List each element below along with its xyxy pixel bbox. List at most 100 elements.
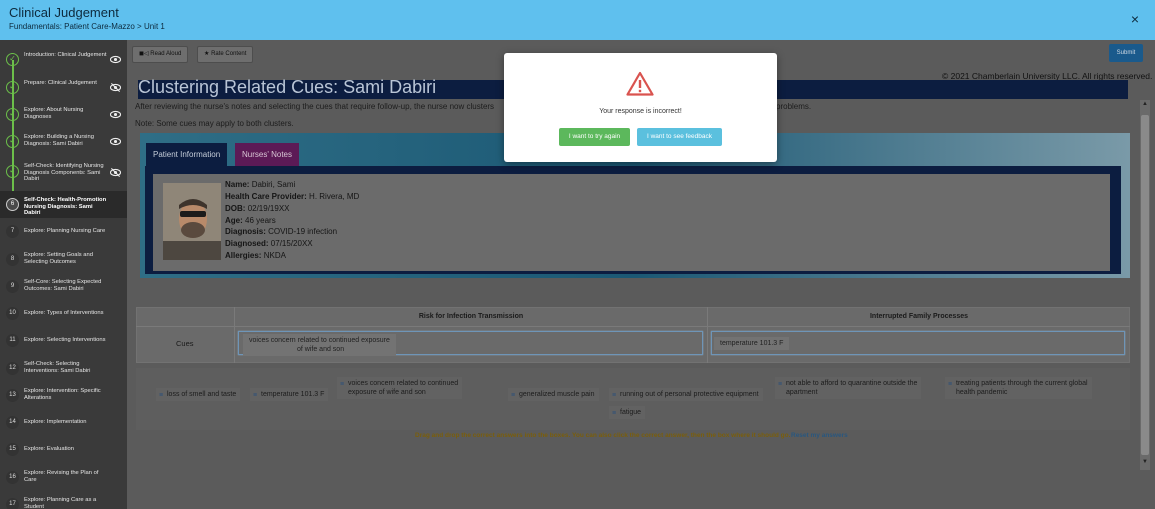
cue-text: treating patients through the current gl… xyxy=(956,380,1088,387)
sidebar-item-label: Explore: Types of Interventions xyxy=(24,310,104,316)
cue-chip[interactable]: ≡ loss of smell and taste xyxy=(156,388,241,401)
app-header: Clinical Judgement Fundamentals: Patient… xyxy=(0,0,1155,40)
sidebar-item-label: Explore: Intervention: Specific Alterati… xyxy=(24,388,101,401)
sidebar-item-label: Prepare: Clinical Judgement xyxy=(24,80,97,86)
scroll-down-icon[interactable]: ▼ xyxy=(1141,459,1149,465)
tab-patient-information[interactable]: Patient Information xyxy=(146,143,228,166)
reset-answers-link[interactable]: Reset my answers xyxy=(791,432,848,439)
cue-text: not able to afford to quarantine outside… xyxy=(786,380,918,387)
field-label: Diagnosis: xyxy=(225,227,266,236)
drag-handle-icon: ≡ xyxy=(778,381,783,388)
patient-diagnosis-row: Diagnosis: COVID-19 infection xyxy=(225,227,337,236)
placed-cue[interactable]: temperature 101.3 F xyxy=(714,337,790,350)
patient-diagnosed-row: Diagnosed: 07/15/20XX xyxy=(225,239,313,248)
sidebar-item-label: Self-Core: Selecting Expected Outcomes: … xyxy=(24,279,102,292)
check-icon: ✓ xyxy=(6,165,19,178)
sidebar-item-2[interactable]: ✓ Prepare: Clinical Judgement xyxy=(0,74,127,101)
sidebar-item-16[interactable]: 16 Explore: Revising the Plan of Care xyxy=(0,464,127,491)
field-value: H. Rivera, MD xyxy=(309,192,360,201)
eye-icon[interactable] xyxy=(110,136,121,147)
patient-provider-row: Health Care Provider: H. Rivera, MD xyxy=(225,192,359,201)
sidebar-item-14[interactable]: 14 Explore: Implementation xyxy=(0,409,127,436)
sidebar-item-3[interactable]: ✓ Explore: About Nursing Diagnoses xyxy=(0,101,127,128)
rate-content-button[interactable]: ★ Rate Content xyxy=(197,46,254,63)
warning-triangle-icon xyxy=(626,71,654,96)
submit-button[interactable]: Submit xyxy=(1109,44,1143,62)
step-number: 6 xyxy=(6,198,19,211)
sidebar-item-4[interactable]: ✓ Explore: Building a Nursing Diagnosis:… xyxy=(0,128,127,155)
field-value: Dabiri, Sami xyxy=(251,180,296,189)
eye-slash-icon[interactable] xyxy=(110,82,121,93)
step-number: 9 xyxy=(6,280,19,293)
sidebar-item-7[interactable]: 7 Explore: Planning Nursing Care xyxy=(0,218,127,245)
field-value: COVID-19 infection xyxy=(268,227,338,236)
check-icon: ✓ xyxy=(6,108,19,121)
sidebar-item-1[interactable]: ✓ Introduction: Clinical Judgement xyxy=(0,46,127,73)
sidebar-item-label: Self-Check: Selecting Interventions: Sam… xyxy=(24,361,91,374)
scroll-up-icon[interactable]: ▲ xyxy=(1141,101,1149,107)
scrollbar-thumb[interactable] xyxy=(1141,115,1149,455)
sidebar-item-label: Explore: Selecting Interventions xyxy=(24,337,106,343)
sidebar-item-17[interactable]: 17 Explore: Planning Care as a Student xyxy=(0,491,127,509)
sidebar-item-label: Explore: Planning Care as a Student xyxy=(24,497,97,509)
sidebar-item-12[interactable]: 12 Self-Check: Selecting Interventions: … xyxy=(0,355,127,382)
sidebar-item-11[interactable]: 11 Explore: Selecting Interventions xyxy=(0,327,127,354)
see-feedback-button[interactable]: I want to see feedback xyxy=(637,128,722,146)
step-number: 17 xyxy=(6,498,19,509)
cue-text: temperature 101.3 F xyxy=(261,391,325,398)
field-label: Allergies: xyxy=(225,251,262,260)
check-icon: ✓ xyxy=(6,53,19,66)
star-icon: ★ xyxy=(204,51,210,57)
field-value: 07/15/20XX xyxy=(270,239,313,248)
close-icon[interactable]: × xyxy=(1131,11,1139,27)
patient-name-row: Name: Dabiri, Sami xyxy=(225,180,295,189)
drag-handle-icon: ≡ xyxy=(340,381,345,388)
try-again-button[interactable]: I want to try again xyxy=(559,128,630,146)
step-number: 14 xyxy=(6,416,19,429)
cue-chip[interactable]: ≡ voices concern related to continued expo… xyxy=(337,377,463,399)
rate-content-label: Rate Content xyxy=(211,51,247,57)
cue-text: of wife and son xyxy=(297,346,345,353)
read-aloud-label: Read Aloud xyxy=(150,51,182,57)
step-number: 13 xyxy=(6,389,19,402)
sidebar-item-8[interactable]: 8 Explore: Setting Goals and Selecting O… xyxy=(0,246,127,273)
step-number: 10 xyxy=(6,307,19,320)
field-value: 46 years xyxy=(245,216,276,225)
patient-card xyxy=(153,174,1110,271)
cue-text: health pandemic xyxy=(956,389,1008,396)
check-icon: ✓ xyxy=(6,81,19,94)
cue-chip[interactable]: ≡ treating patients through the current g… xyxy=(945,377,1092,399)
check-icon: ✓ xyxy=(6,135,19,148)
drop-zone-infection[interactable]: voices concern related to continued expo… xyxy=(238,331,703,356)
eye-icon[interactable] xyxy=(110,54,121,65)
step-number: 7 xyxy=(6,225,19,238)
sidebar-item-label: Explore: Setting Goals and Selecting Out… xyxy=(24,252,93,265)
eye-icon[interactable] xyxy=(110,109,121,120)
patient-allergies-row: Allergies: NKDA xyxy=(225,251,286,260)
sidebar-item-15[interactable]: 15 Explore: Evaluation xyxy=(0,436,127,463)
read-aloud-button[interactable]: ◼◁ Read Aloud xyxy=(132,46,189,63)
eye-slash-icon[interactable] xyxy=(110,167,121,178)
cue-chip[interactable]: ≡ generalized muscle pain xyxy=(508,388,599,401)
sidebar-item-5[interactable]: ✓ Self-Check: Identifying Nursing Diagno… xyxy=(0,158,127,188)
table-divider xyxy=(136,326,1130,327)
drop-zone-family[interactable]: temperature 101.3 F xyxy=(711,331,1125,355)
cue-chip[interactable]: ≡ not able to afford to quarantine outsid… xyxy=(775,377,922,399)
placed-cue[interactable]: voices concern related to continued expo… xyxy=(243,334,396,356)
app-title: Clinical Judgement xyxy=(9,5,119,20)
sidebar-item-label: Explore: Planning Nursing Care xyxy=(24,228,106,234)
cue-text: voices concern related to continued xyxy=(348,380,459,387)
cue-text: generalized muscle pain xyxy=(519,391,595,398)
drag-handle-icon: ≡ xyxy=(253,392,258,399)
sidebar: ✓ Introduction: Clinical Judgement ✓ Pre… xyxy=(0,40,127,509)
sidebar-item-13[interactable]: 13 Explore: Intervention: Specific Alter… xyxy=(0,382,127,409)
sidebar-item-6[interactable]: 6 Self-Check: Health-Promotion Nursing D… xyxy=(0,191,127,218)
tab-nurses-notes[interactable]: Nurses' Notes xyxy=(235,143,299,166)
cue-text: apartment xyxy=(786,389,818,396)
cue-chip[interactable]: ≡ fatigue xyxy=(609,406,646,419)
cue-chip[interactable]: ≡ running out of personal protective equi… xyxy=(609,388,763,401)
sidebar-item-10[interactable]: 10 Explore: Types of Interventions xyxy=(0,300,127,327)
cue-chip[interactable]: ≡ temperature 101.3 F xyxy=(250,388,329,401)
sidebar-item-9[interactable]: 9 Self-Core: Selecting Expected Outcomes… xyxy=(0,273,127,300)
sidebar-item-label: Explore: Evaluation xyxy=(24,446,74,452)
